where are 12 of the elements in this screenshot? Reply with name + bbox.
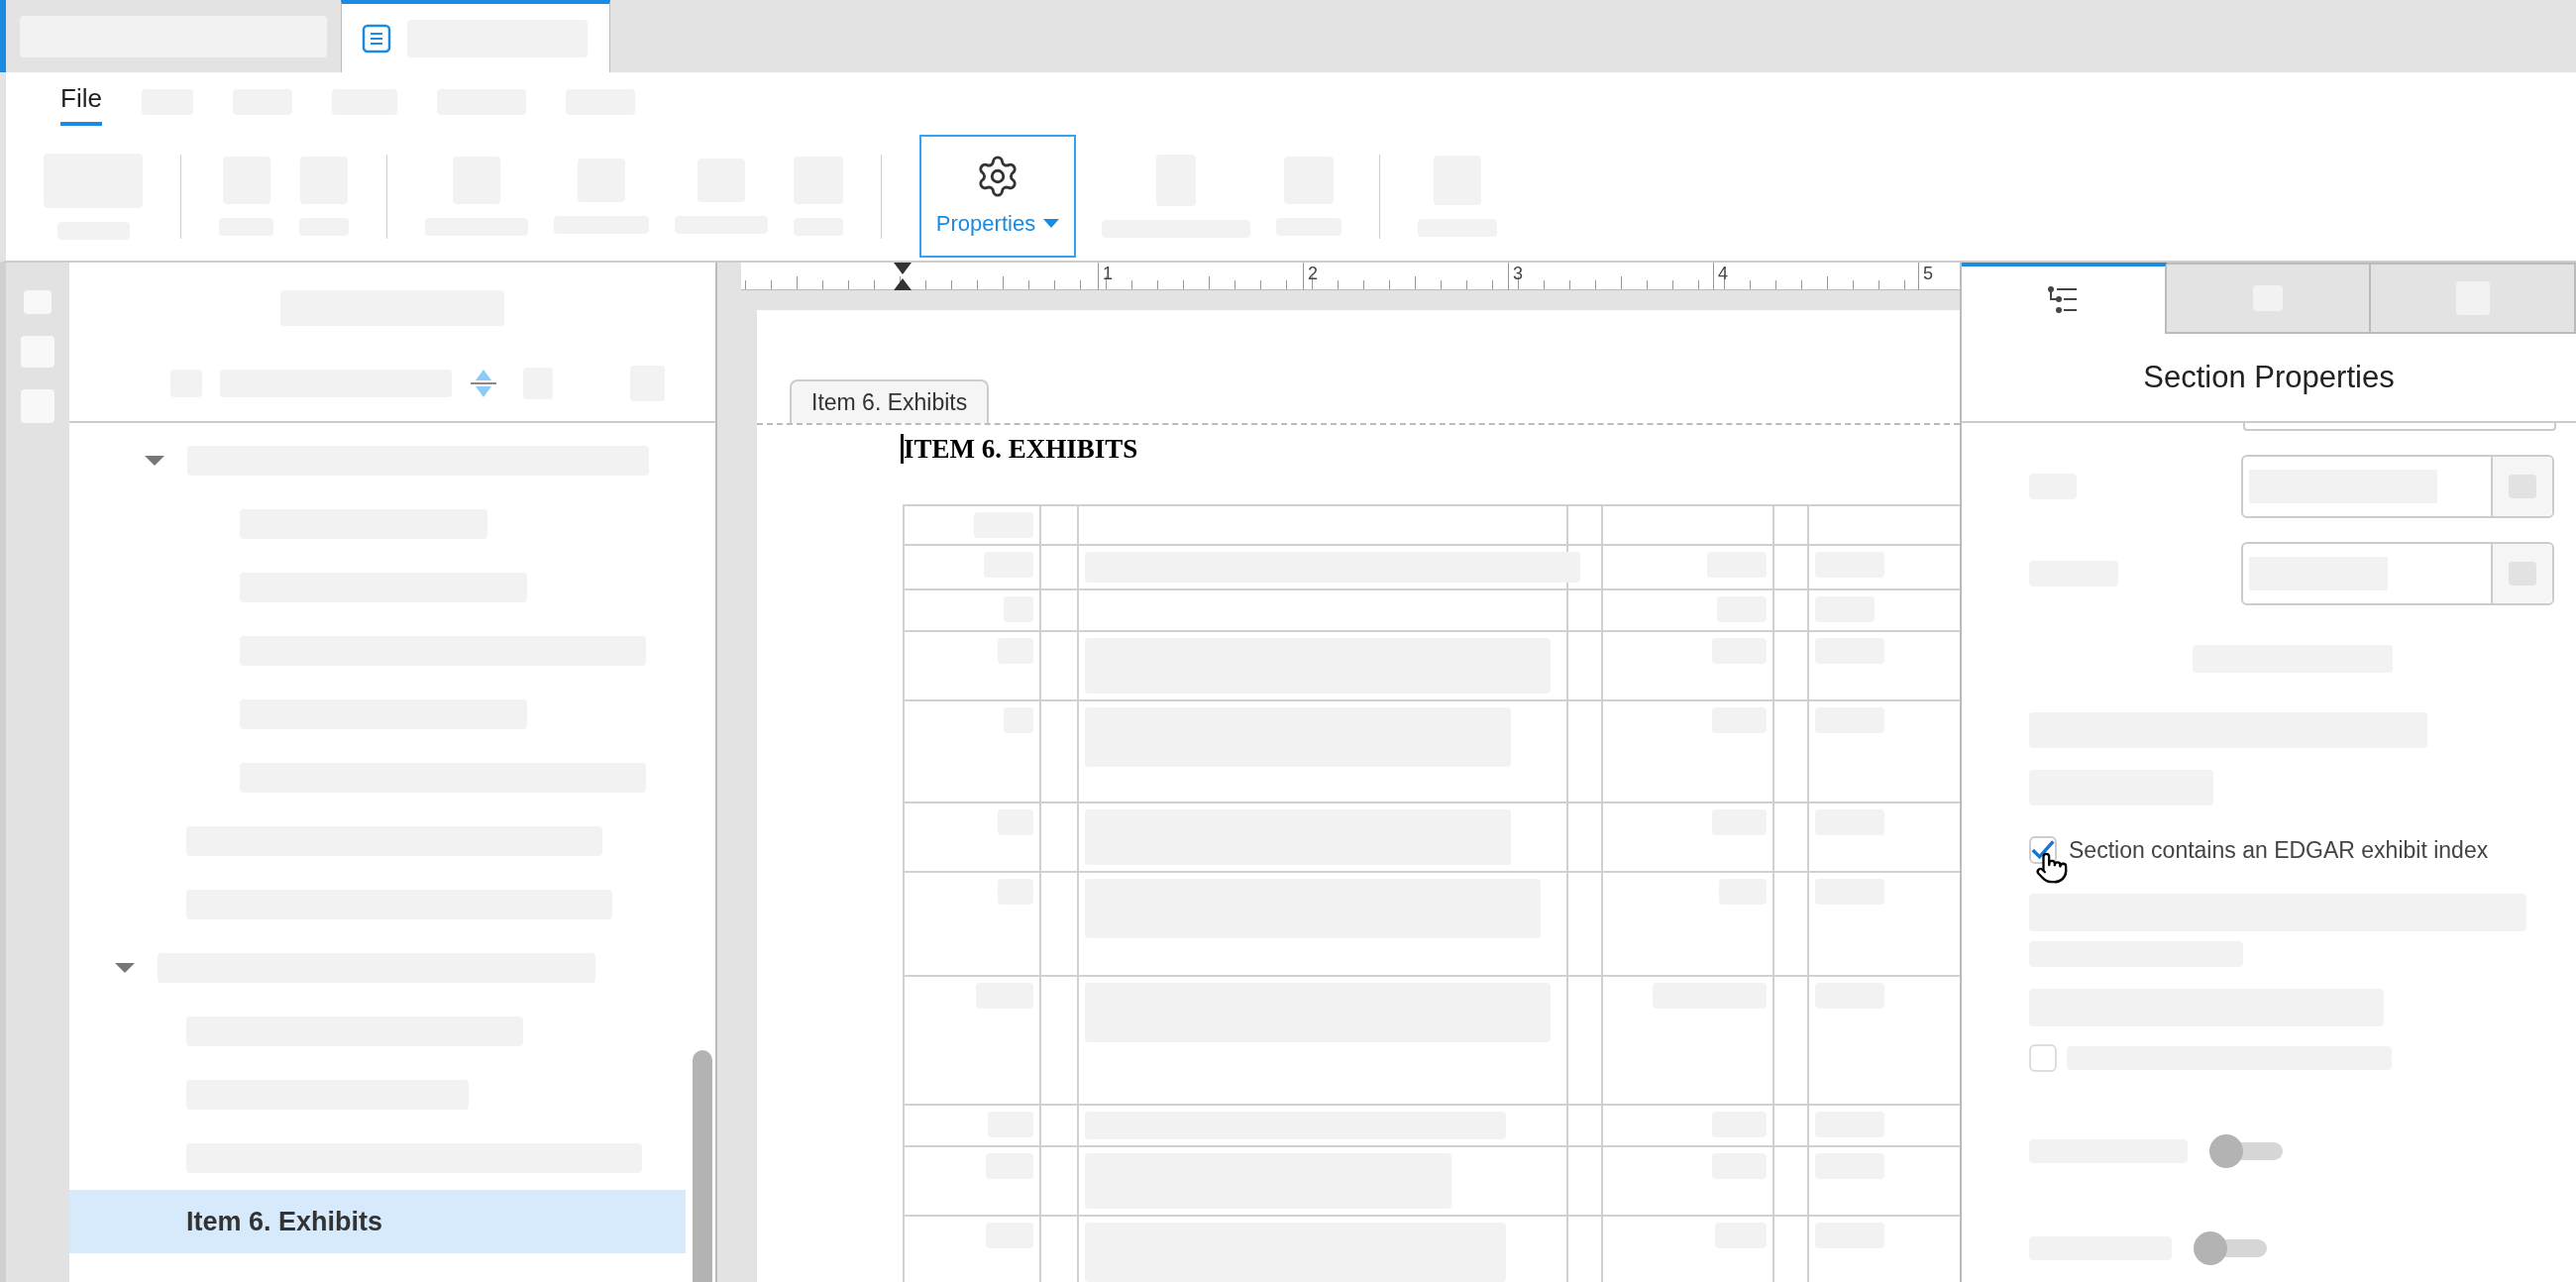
menu-tab[interactable]: File — [60, 78, 102, 126]
document-heading: ITEM 6. EXHIBITS — [904, 433, 1138, 466]
ruler-number: 4 — [1718, 264, 1728, 283]
tree-item[interactable]: Item 6. Exhibits — [69, 1190, 686, 1253]
ruler-number: 1 — [1103, 264, 1113, 283]
properties-button[interactable]: Properties — [919, 135, 1076, 258]
ruler-number: 2 — [1308, 264, 1318, 283]
panel-title: Section Properties — [2143, 358, 2395, 396]
checkbox-label: Section contains an EDGAR exhibit index — [2069, 836, 2489, 865]
section-tag[interactable]: Item 6. Exhibits — [790, 379, 990, 423]
ruler-number: 3 — [1513, 264, 1523, 283]
ruler-number: 5 — [1923, 264, 1933, 283]
